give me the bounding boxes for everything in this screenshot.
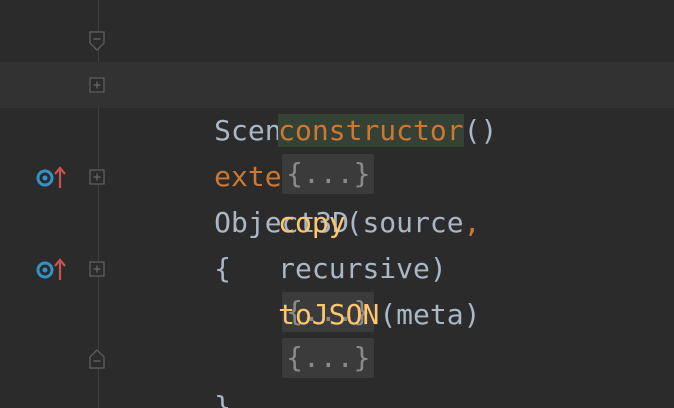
fold-expand-icon[interactable] [89,169,105,185]
param-comma: , [463,206,481,239]
open-paren: ( [345,206,363,239]
code-editor[interactable]: class Scene extends Object3D { construct… [0,0,674,408]
code-line-tojson-method[interactable]: toJSON(meta) {...} [0,246,674,378]
code-line-copy-method[interactable]: copy(source, recursive) {...} [0,154,674,332]
code-line-constructor[interactable]: constructor() {...} [0,62,674,194]
tojson-params: (meta) [379,298,481,331]
code-line-closing-brace[interactable]: } [0,338,674,408]
constructor-params: () [463,114,498,147]
close-brace: } [214,390,232,408]
tojson-method-name[interactable]: toJSON [278,298,379,331]
fold-expand-icon[interactable] [89,261,105,277]
overrides-method-icon[interactable] [36,164,68,188]
constructor-name[interactable]: constructor [278,114,464,147]
fold-expand-icon[interactable] [89,77,105,93]
copy-method-name[interactable]: copy [278,206,345,239]
fold-collapse-icon[interactable] [89,349,105,369]
code-line-class-declaration[interactable]: class Scene extends Object3D { [0,16,674,285]
fold-collapse-icon[interactable] [89,31,105,51]
overrides-method-icon[interactable] [36,256,68,280]
param-source: source [362,206,464,239]
